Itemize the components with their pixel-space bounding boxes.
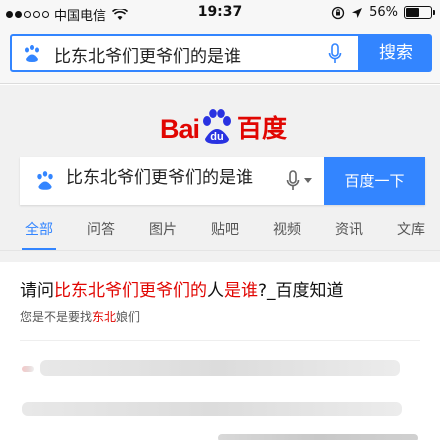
result-title-part: ?_百度知道	[258, 281, 344, 301]
mic-icon[interactable]	[328, 43, 342, 65]
baidu-search-button[interactable]: 百度一下	[324, 157, 425, 205]
result-title-part: 人	[207, 281, 224, 301]
status-right: 56%	[331, 5, 435, 20]
status-bar: 中国电信 19:37 56%	[0, 0, 440, 26]
logo-text-en: Bai	[160, 114, 200, 144]
mic-icon[interactable]	[286, 170, 300, 192]
battery-fill	[406, 8, 420, 17]
tab-news[interactable]: 资讯	[314, 215, 376, 250]
tab-video[interactable]: 视频	[252, 215, 314, 250]
blurred-content-line	[40, 360, 400, 376]
tab-tieba[interactable]: 贴吧	[190, 215, 252, 250]
blurred-content-line	[22, 366, 34, 372]
result-title-link[interactable]: 请问比东北爷们更爷们的人是谁?_百度知道	[20, 276, 344, 301]
battery-icon	[404, 6, 435, 19]
result-suggestion[interactable]: 您是不是要找东北娘们	[20, 308, 140, 325]
top-search-bar: 比东北爷们更爷们的是谁 搜索	[0, 26, 440, 84]
baidu-logo[interactable]: Bai du 百度	[160, 105, 287, 145]
logo-paw-text: du	[210, 131, 223, 143]
divider	[20, 340, 420, 341]
blurred-content-line	[22, 402, 402, 416]
top-search-query[interactable]: 比东北爷们更爷们的是谁	[54, 42, 241, 67]
location-icon	[352, 7, 363, 18]
logo-text-cn: 百度	[237, 114, 288, 143]
paw-icon	[25, 45, 39, 62]
tab-qa[interactable]: 问答	[66, 215, 128, 250]
chevron-down-icon[interactable]	[304, 178, 312, 183]
main-search-query[interactable]: 比东北爷们更爷们的是谁	[66, 167, 262, 189]
result-title-highlight: 比东北爷们更爷们的	[54, 281, 207, 301]
baidu-paw-icon: du	[203, 109, 232, 144]
suggestion-highlight: 东北	[92, 310, 117, 324]
result-title-highlight: 是谁	[224, 281, 258, 301]
blurred-content-line	[218, 434, 418, 440]
main-search-input[interactable]: 比东北爷们更爷们的是谁	[20, 157, 324, 205]
search-results-page: Bai du 百度 比东北爷们更爷们的是谁 百度一下 全部 问答 图片 贴吧 视…	[0, 85, 440, 440]
top-search-button[interactable]: 搜索	[360, 34, 432, 72]
result-tabs: 全部 问答 图片 贴吧 视频 资讯 文库	[0, 215, 440, 251]
tab-wenku[interactable]: 文库	[376, 215, 438, 250]
result-title-part: 请问	[20, 281, 54, 301]
lock-rotation-icon	[331, 6, 345, 19]
battery-percent: 56%	[369, 5, 398, 20]
suggestion-prefix: 您是不是要找	[20, 310, 93, 324]
main-search-row: 比东北爷们更爷们的是谁 百度一下	[20, 157, 425, 205]
result-card: 请问比东北爷们更爷们的人是谁?_百度知道 您是不是要找东北娘们	[0, 262, 440, 440]
paw-icon	[37, 171, 53, 190]
top-search-input[interactable]: 比东北爷们更爷们的是谁	[10, 34, 360, 72]
suggestion-suffix: 娘们	[116, 310, 141, 324]
tab-images[interactable]: 图片	[128, 215, 190, 250]
tab-all[interactable]: 全部	[12, 215, 66, 250]
